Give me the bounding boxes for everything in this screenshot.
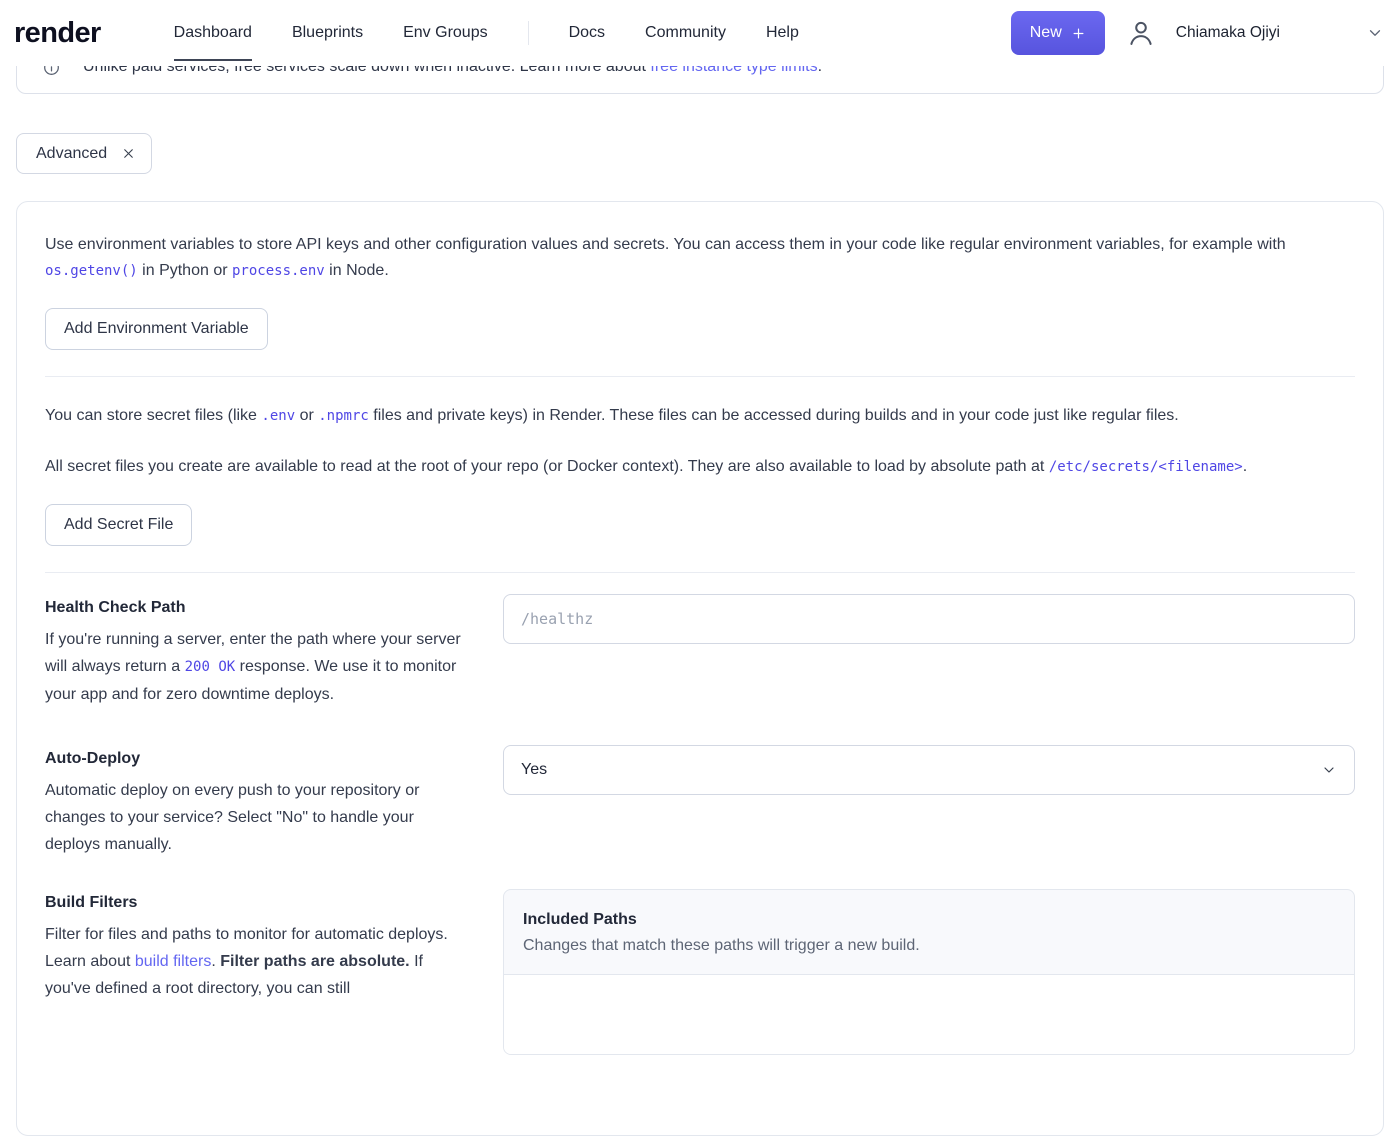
divider (45, 572, 1355, 573)
build-filters-description: Filter for files and paths to monitor fo… (45, 926, 448, 997)
auto-deploy-label: Auto-Deploy (45, 750, 141, 767)
health-check-path-row: Health Check Path If you're running a se… (45, 594, 1355, 708)
plus-icon (1071, 26, 1086, 41)
health-check-path-input[interactable] (503, 594, 1355, 644)
auto-deploy-selected-value: Yes (521, 761, 548, 778)
add-secret-file-button[interactable]: Add Secret File (45, 504, 193, 546)
env-vars-intro: Use environment variables to store API k… (45, 236, 1286, 279)
new-button[interactable]: New (1010, 11, 1105, 55)
advanced-filter-chip[interactable]: Advanced (16, 133, 153, 174)
included-paths-panel: Included Paths Changes that match these … (503, 889, 1355, 1055)
top-navbar: render Dashboard Blueprints Env Groups D… (0, 0, 1400, 66)
render-logo[interactable]: render (14, 17, 101, 50)
nav-item-blueprints[interactable]: Blueprints (292, 0, 363, 66)
code-os-getenv: os.getenv() (45, 263, 138, 279)
chevron-down-icon (1321, 762, 1337, 778)
user-avatar-icon[interactable] (1125, 17, 1157, 49)
main-nav: Dashboard Blueprints Env Groups Docs Com… (173, 0, 799, 66)
advanced-chip-label: Advanced (36, 144, 108, 162)
included-paths-title: Included Paths (523, 911, 637, 928)
code-etc-secrets-path: /etc/secrets/<filename> (1048, 459, 1243, 475)
code-200-ok: 200 OK (184, 659, 236, 675)
code-npmrc: .npmrc (318, 408, 369, 424)
health-check-path-description: If you're running a server, enter the pa… (45, 631, 461, 703)
user-menu-chevron-down-icon[interactable] (1366, 24, 1384, 42)
secret-files-intro: You can store secret files (like .env or… (45, 407, 1179, 424)
nav-item-env-groups[interactable]: Env Groups (403, 0, 487, 66)
build-filters-label: Build Filters (45, 894, 138, 911)
navbar-right: New Chiamaka Ojiyi (1010, 11, 1384, 55)
filter-paths-absolute-note: Filter paths are absolute. (220, 953, 410, 970)
included-paths-description: Changes that match these paths will trig… (523, 937, 920, 954)
nav-item-help[interactable]: Help (766, 0, 799, 66)
nav-item-dashboard[interactable]: Dashboard (173, 0, 253, 66)
secret-files-path-note: All secret files you create are availabl… (45, 458, 1248, 475)
nav-item-docs[interactable]: Docs (569, 0, 605, 66)
nav-item-community[interactable]: Community (645, 0, 726, 66)
health-check-path-label: Health Check Path (45, 599, 186, 616)
code-dot-env: .env (261, 408, 296, 424)
auto-deploy-description: Automatic deploy on every push to your r… (45, 782, 420, 853)
auto-deploy-select[interactable]: Yes (503, 745, 1355, 795)
code-process-env: process.env (232, 263, 325, 279)
divider (45, 376, 1355, 377)
auto-deploy-row: Auto-Deploy Automatic deploy on every pu… (45, 745, 1355, 858)
user-name[interactable]: Chiamaka Ojiyi (1176, 24, 1280, 42)
add-environment-variable-button[interactable]: Add Environment Variable (45, 308, 268, 350)
included-paths-input-row (504, 974, 1354, 1054)
close-icon[interactable] (121, 146, 136, 161)
nav-divider (527, 21, 529, 45)
advanced-settings-card: Use environment variables to store API k… (16, 201, 1384, 1136)
build-filters-link[interactable]: build filters (135, 953, 211, 970)
new-button-label: New (1029, 24, 1062, 41)
